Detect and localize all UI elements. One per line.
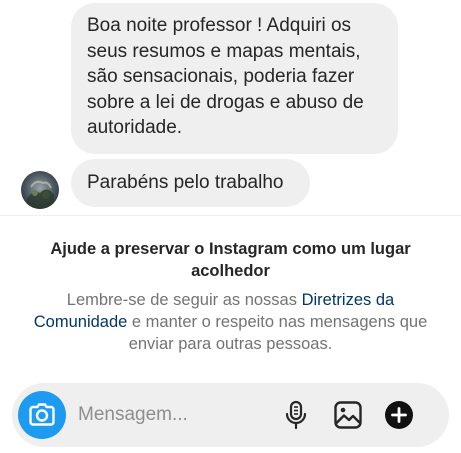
safety-notice-text: e manter o respeito nas mensagens que en…: [127, 313, 428, 353]
avatar-image: [21, 171, 59, 209]
more-options-button[interactable]: [383, 399, 415, 431]
message-composer: [12, 383, 449, 447]
safety-notice-text: Lembre-se de seguir as nossas: [66, 291, 302, 309]
gallery-icon: [334, 401, 362, 429]
microphone-icon: [285, 400, 307, 430]
safety-notice-body: Lembre-se de seguir as nossas Diretrizes…: [25, 289, 436, 355]
camera-button[interactable]: [18, 391, 66, 439]
message-text: Parabéns pelo trabalho: [87, 172, 284, 193]
direct-message-screen: Boa noite professor ! Adquiri os seus re…: [0, 0, 461, 453]
camera-icon: [29, 403, 55, 426]
plus-icon: [385, 401, 413, 429]
message-bubble[interactable]: Boa noite professor ! Adquiri os seus re…: [71, 3, 398, 154]
avatar[interactable]: [21, 171, 59, 209]
gallery-button[interactable]: [332, 399, 364, 431]
voice-message-button[interactable]: [280, 399, 312, 431]
message-input[interactable]: [78, 401, 268, 429]
message-text: Boa noite professor ! Adquiri os seus re…: [87, 15, 364, 138]
divider: [0, 215, 461, 216]
message-bubble[interactable]: Parabéns pelo trabalho: [71, 159, 310, 207]
safety-notice-title: Ajude a preservar o Instagram como um lu…: [50, 240, 411, 280]
